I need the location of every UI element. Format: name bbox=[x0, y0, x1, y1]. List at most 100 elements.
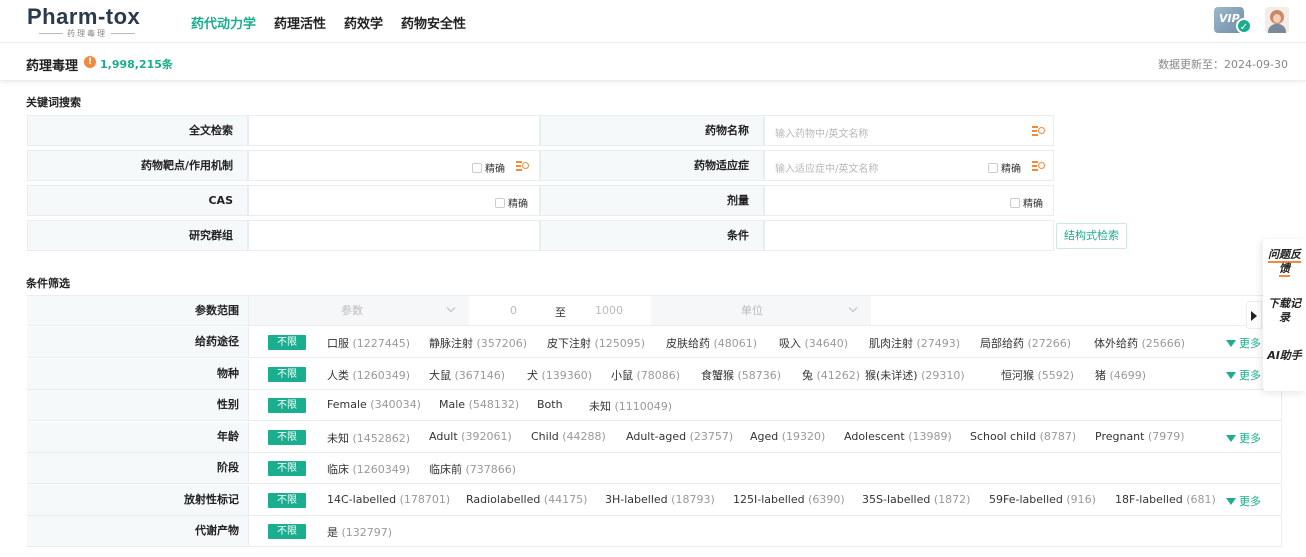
filter-option[interactable]: 食蟹猴 (58736) bbox=[701, 367, 781, 383]
filter-option[interactable]: Both bbox=[537, 398, 563, 411]
structure-search-button[interactable]: 结构式检索 bbox=[1056, 223, 1127, 249]
unlimited-tag[interactable]: 不限 bbox=[268, 335, 306, 350]
target-input[interactable]: 精确 bbox=[248, 150, 540, 181]
avatar[interactable] bbox=[1265, 7, 1289, 33]
filter-option[interactable]: 是 (132797) bbox=[327, 524, 392, 540]
filter-option[interactable]: Pregnant (7979) bbox=[1095, 430, 1185, 443]
feedback-button[interactable]: 问题反馈 bbox=[1263, 248, 1306, 277]
filter-option[interactable]: 35S-labelled (1872) bbox=[862, 493, 970, 506]
more-button[interactable]: 更多 bbox=[1226, 493, 1261, 509]
filter-option-count: (357206) bbox=[476, 337, 528, 350]
indication-input[interactable]: 输入适应症中/英文名称 精确 bbox=[764, 150, 1054, 181]
filter-option[interactable]: 犬 (139360) bbox=[527, 367, 592, 383]
filter-label: 阶段 bbox=[27, 453, 248, 484]
unit-select[interactable]: 单位 bbox=[651, 296, 871, 325]
filter-option-count: (44175) bbox=[543, 492, 588, 506]
filter-option-label: 是 bbox=[327, 526, 338, 539]
filter-option[interactable]: 125I-labelled (6390) bbox=[733, 493, 845, 506]
filter-option[interactable]: 局部给药 (27266) bbox=[980, 335, 1071, 351]
filter-option[interactable]: 小鼠 (78086) bbox=[611, 367, 680, 383]
dosage-input[interactable]: 精确 bbox=[764, 185, 1054, 216]
research-group-input[interactable] bbox=[248, 220, 540, 251]
range-max-input[interactable]: 1000 bbox=[595, 304, 623, 317]
filter-option[interactable]: School child (8787) bbox=[970, 430, 1076, 443]
filter-option[interactable]: 未知 (1452862) bbox=[327, 430, 410, 446]
unit-placeholder: 单位 bbox=[741, 304, 763, 317]
filter-option-count: (548132) bbox=[468, 398, 520, 411]
search-filter-icon[interactable] bbox=[516, 159, 530, 172]
filter-option[interactable]: 临床 (1260349) bbox=[327, 461, 410, 477]
search-filter-icon[interactable] bbox=[1032, 159, 1046, 172]
ai-assistant-button[interactable]: AI助手 bbox=[1263, 349, 1306, 363]
exact-checkbox[interactable]: 精确 bbox=[1010, 195, 1043, 210]
filter-option[interactable]: 体外给药 (25666) bbox=[1094, 335, 1185, 351]
exact-checkbox[interactable]: 精确 bbox=[495, 195, 528, 210]
filter-icon bbox=[1226, 434, 1236, 442]
unlimited-tag[interactable]: 不限 bbox=[268, 429, 306, 445]
more-label: 更多 bbox=[1239, 337, 1261, 350]
condition-label: 条件 bbox=[540, 220, 764, 251]
filter-option-count: (1872) bbox=[933, 492, 971, 506]
cas-input[interactable]: 精确 bbox=[248, 185, 540, 216]
filter-option-label: 口服 bbox=[327, 337, 349, 350]
expand-panel-button[interactable] bbox=[1246, 301, 1262, 329]
app-logo[interactable]: Pharm-tox 药理毒理 bbox=[27, 4, 152, 38]
filter-option-count: (737866) bbox=[465, 463, 517, 476]
exact-label: 精确 bbox=[485, 164, 505, 175]
filter-option[interactable]: 临床前 (737866) bbox=[429, 461, 516, 477]
unlimited-tag[interactable]: 不限 bbox=[268, 398, 306, 413]
filter-option[interactable]: Aged (19320) bbox=[750, 430, 825, 443]
range-min-input[interactable]: 0 bbox=[510, 304, 517, 317]
nav-item-pharmacological-activity[interactable]: 药理活性 bbox=[274, 13, 326, 32]
unlimited-tag[interactable]: 不限 bbox=[268, 461, 306, 476]
filter-label: 物种 bbox=[27, 358, 248, 390]
exact-checkbox[interactable]: 精确 bbox=[472, 160, 505, 175]
filter-option[interactable]: 大鼠 (367146) bbox=[429, 367, 505, 383]
filter-option[interactable]: Adult-aged (23757) bbox=[626, 430, 733, 443]
filter-option[interactable]: 3H-labelled (18793) bbox=[605, 493, 715, 506]
filter-option[interactable]: 猪 (4699) bbox=[1095, 367, 1146, 383]
filter-row: 不限 未知 (1452862) Adult (392061) Child (44288… bbox=[248, 421, 1282, 453]
filter-option[interactable]: 皮肤给药 (48061) bbox=[666, 335, 757, 351]
nav-item-drug-safety[interactable]: 药物安全性 bbox=[401, 13, 466, 32]
drug-name-input[interactable]: 输入药物中/英文名称 bbox=[764, 115, 1054, 146]
unlimited-tag[interactable]: 不限 bbox=[268, 492, 306, 508]
filter-option[interactable]: 静脉注射 (357206) bbox=[429, 335, 527, 351]
filter-option[interactable]: 猴(未详述) (29310) bbox=[865, 367, 965, 383]
filter-option-count: (125095) bbox=[594, 337, 646, 350]
more-button[interactable]: 更多 bbox=[1226, 430, 1261, 446]
param-select[interactable]: 参数 bbox=[249, 296, 469, 325]
info-icon[interactable]: ! bbox=[84, 56, 96, 68]
filter-option[interactable]: 口服 (1227445) bbox=[327, 335, 410, 351]
filter-option[interactable]: 未知 (1110049) bbox=[589, 398, 672, 414]
more-button[interactable]: 更多 bbox=[1226, 335, 1261, 351]
filter-option[interactable]: 皮下注射 (125095) bbox=[547, 335, 645, 351]
fulltext-input[interactable] bbox=[248, 115, 540, 146]
filter-option[interactable]: 14C-labelled (178701) bbox=[327, 493, 450, 506]
indication-label: 药物适应症 bbox=[540, 150, 764, 181]
filter-option[interactable]: Adolescent (13989) bbox=[844, 430, 952, 443]
filter-option[interactable]: 人类 (1260349) bbox=[327, 367, 410, 383]
filter-option[interactable]: 兔 (41262) bbox=[802, 367, 860, 383]
filter-option[interactable]: Radiolabelled (44175) bbox=[466, 493, 587, 506]
filter-option[interactable]: Male (548132) bbox=[439, 398, 519, 411]
unlimited-tag[interactable]: 不限 bbox=[268, 524, 306, 539]
nav-item-pharmacokinetics[interactable]: 药代动力学 bbox=[191, 13, 256, 32]
filter-option-count: (8787) bbox=[1039, 429, 1077, 443]
exact-checkbox[interactable]: 精确 bbox=[988, 160, 1021, 175]
condition-input[interactable] bbox=[764, 220, 1054, 251]
filter-option[interactable]: Female (340034) bbox=[327, 398, 421, 411]
filter-option[interactable]: Child (44288) bbox=[531, 430, 606, 443]
filter-option-label: Child bbox=[531, 429, 559, 443]
filter-option[interactable]: 恒河猴 (5592) bbox=[1001, 367, 1074, 383]
filter-option[interactable]: Adult (392061) bbox=[429, 430, 512, 443]
download-history-button[interactable]: 下载记录 bbox=[1263, 297, 1306, 325]
search-filter-icon[interactable] bbox=[1032, 124, 1046, 137]
unlimited-tag[interactable]: 不限 bbox=[268, 366, 306, 382]
filter-option[interactable]: 肌肉注射 (27493) bbox=[869, 335, 960, 351]
nav-item-pharmacodynamics[interactable]: 药效学 bbox=[344, 13, 383, 32]
filter-option[interactable]: 18F-labelled (681) bbox=[1115, 493, 1216, 506]
more-button[interactable]: 更多 bbox=[1226, 367, 1261, 383]
filter-option[interactable]: 59Fe-labelled (916) bbox=[989, 493, 1096, 506]
filter-option[interactable]: 吸入 (34640) bbox=[779, 335, 848, 351]
